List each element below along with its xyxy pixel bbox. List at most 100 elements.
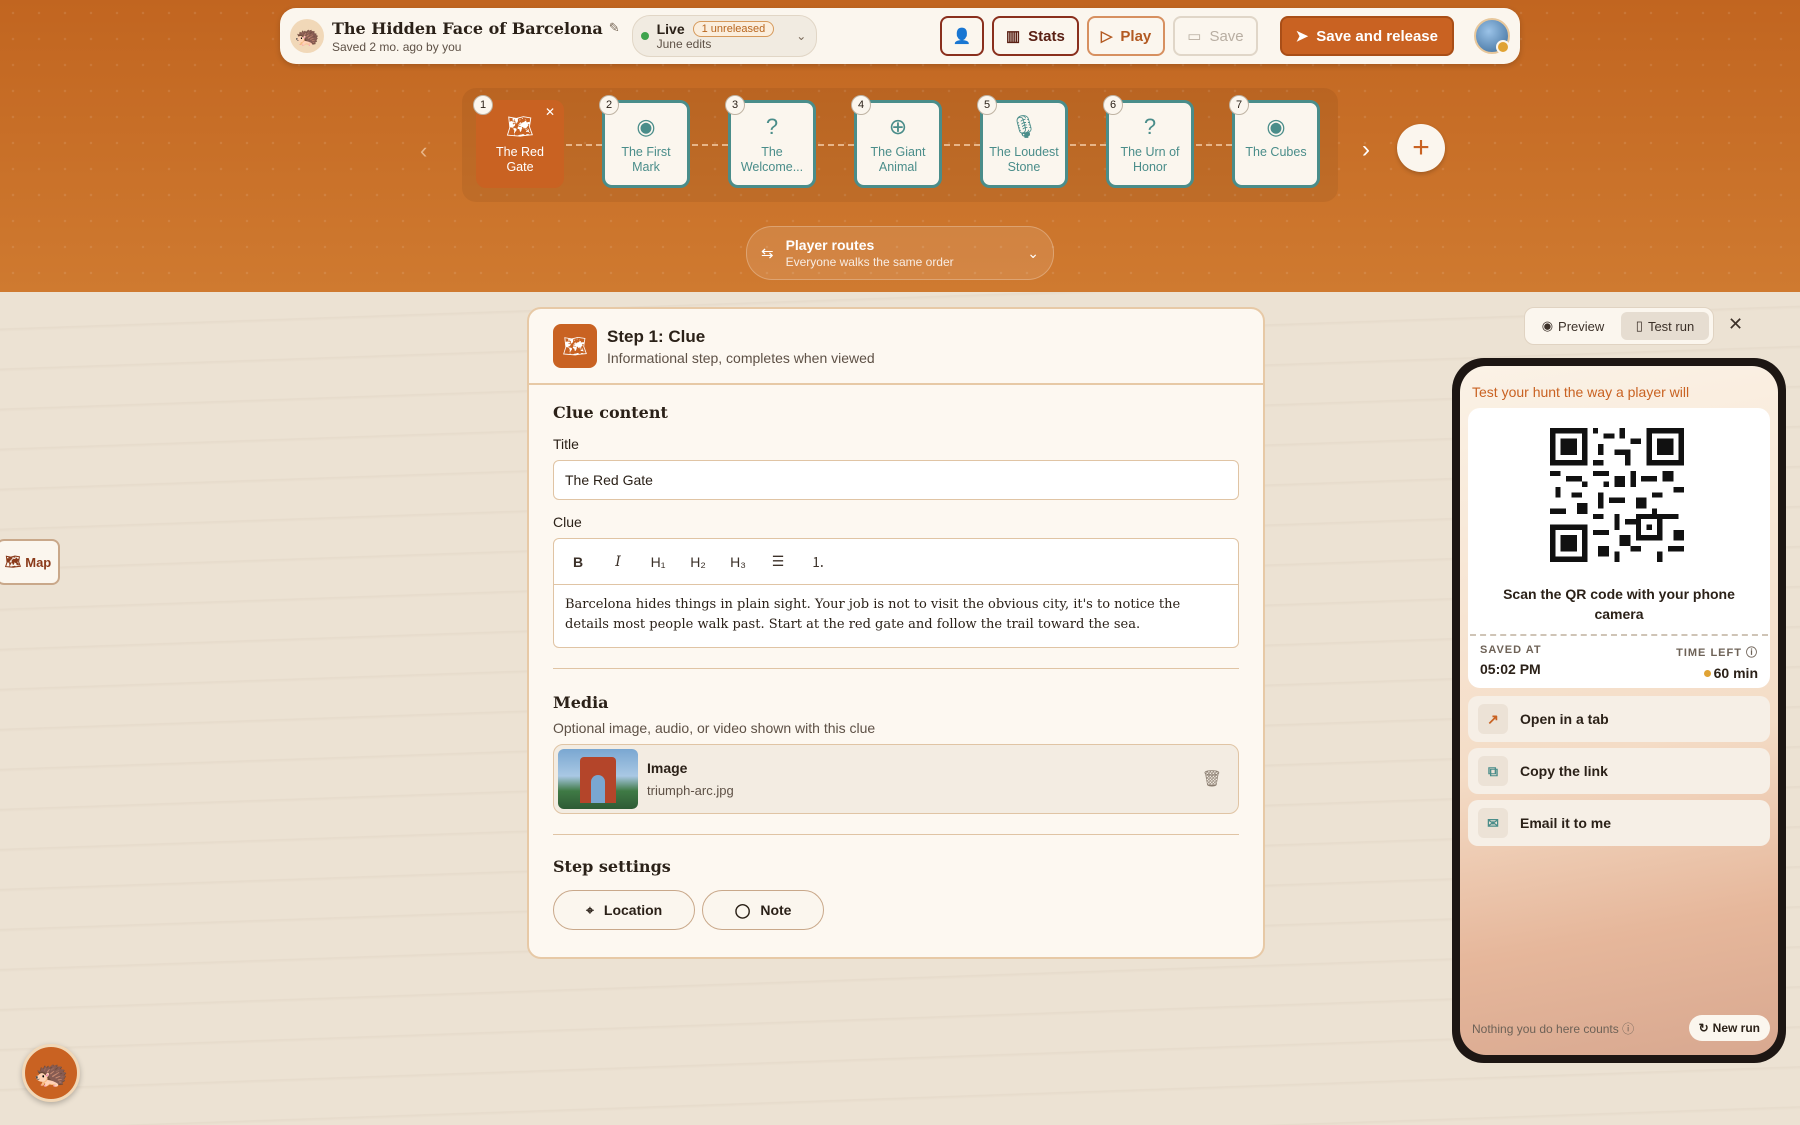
close-icon[interactable]: ✕	[1728, 314, 1743, 335]
trash-icon[interactable]: 🗑	[1202, 769, 1222, 789]
play-button[interactable]: ▷ Play	[1086, 16, 1166, 56]
step-number: 5	[977, 95, 997, 115]
new-run-label: New run	[1712, 1021, 1760, 1035]
bullet-list-icon[interactable]: ☰	[768, 553, 788, 570]
step-card-1[interactable]: 1 ✕ 🗺 The Red Gate	[473, 95, 564, 188]
media-item[interactable]: Image triumph-arc.jpg 🗑	[553, 744, 1239, 814]
card-header: 🗺 Step 1: Clue Informational step, compl…	[529, 309, 1263, 385]
refresh-icon: ↻	[1698, 1021, 1709, 1035]
step-connector	[566, 144, 602, 146]
map-icon: 🗺	[506, 114, 534, 139]
step-title: Step 1: Clue	[607, 326, 706, 346]
route-icon: ⇆	[761, 245, 774, 262]
step-subtitle: Informational step, completes when viewe…	[607, 349, 875, 366]
save-button[interactable]: ▭ Save	[1173, 16, 1258, 56]
saved-status: Saved 2 mo. ago by you	[332, 39, 462, 54]
clue-content-heading: Clue content	[553, 403, 668, 422]
test-run-tab[interactable]: ▯ Test run	[1621, 312, 1709, 340]
chevron-down-icon: ⌄	[796, 29, 807, 43]
step-settings-heading: Step settings	[553, 857, 671, 876]
add-user-icon: 👤	[952, 28, 972, 45]
step-connector	[692, 144, 728, 146]
stats-button[interactable]: ▥ Stats	[991, 16, 1079, 56]
step-connector	[818, 144, 854, 146]
open-in-tab-button[interactable]: ↗ Open in a tab	[1468, 696, 1770, 742]
question-icon: ?	[765, 114, 779, 139]
step-number: 4	[851, 95, 871, 115]
play-icon: ▷	[1100, 28, 1113, 45]
step-label: The Cubes	[1245, 145, 1307, 159]
chevron-down-icon: ⌄	[1027, 244, 1039, 261]
step-card-3[interactable]: 3 ? The Welcome...	[725, 95, 816, 188]
user-avatar[interactable]	[1474, 18, 1510, 54]
top-bar: 🦔 The Hidden Face of Barcelona ✎ Saved 2…	[280, 8, 1520, 64]
scroll-right-icon[interactable]: ›	[1362, 136, 1370, 164]
map-icon: 🗺	[553, 324, 597, 368]
hunt-title-block: The Hidden Face of Barcelona ✎ Saved 2 m…	[332, 19, 620, 54]
location-button[interactable]: ⌖ Location	[553, 890, 696, 930]
live-dot-icon	[640, 32, 649, 40]
release-label: Save and release	[1316, 27, 1438, 45]
saved-at-block: SAVED AT 05:02 PM	[1480, 644, 1542, 677]
speech-bubble-icon: ◯	[734, 901, 751, 918]
title-input[interactable]: The Red Gate	[553, 460, 1239, 500]
clue-editor[interactable]: B I H₁ H₂ H₃ ☰ ⒈ Barcelona hides things …	[553, 538, 1239, 648]
info-icon[interactable]: ⓘ	[1622, 1022, 1634, 1036]
hedgehog-logo-icon[interactable]: 🦔	[290, 19, 324, 53]
add-collaborator-button[interactable]: 👤	[939, 16, 984, 56]
copy-link-label: Copy the link	[1520, 763, 1608, 779]
email-label: Email it to me	[1520, 815, 1612, 831]
info-icon[interactable]: ⓘ	[1746, 647, 1758, 659]
italic-icon[interactable]: I	[608, 554, 628, 570]
bar-chart-icon: ▥	[1005, 28, 1021, 45]
play-label: Play	[1120, 27, 1152, 45]
footnote-text: Nothing you do here counts	[1472, 1021, 1619, 1036]
heading-2-icon[interactable]: H₂	[688, 554, 708, 570]
open-tab-label: Open in a tab	[1520, 711, 1609, 727]
phone-footer: Nothing you do here counts ⓘ ↻ New run	[1472, 1015, 1770, 1041]
step-card-5[interactable]: 5 🎙 The Loudest Stone	[977, 95, 1068, 188]
location-label: Location	[603, 902, 663, 918]
scroll-left-icon[interactable]: ‹	[420, 138, 427, 164]
step-label: The Red Gate	[496, 145, 544, 174]
edit-pencil-icon[interactable]: ✎	[609, 20, 620, 36]
mail-icon: ✉	[1478, 808, 1508, 838]
note-label: Note	[760, 902, 792, 918]
heading-1-icon[interactable]: H₁	[648, 554, 668, 570]
add-step-button[interactable]: +	[1397, 124, 1445, 172]
map-toggle-button[interactable]: 🗺 Map	[0, 539, 60, 585]
step-card-4[interactable]: 4 ⊕ The Giant Animal	[851, 95, 942, 188]
save-and-release-button[interactable]: ➤ Save and release	[1279, 16, 1454, 56]
new-run-button[interactable]: ↻ New run	[1688, 1015, 1770, 1041]
email-button[interactable]: ✉ Email it to me	[1468, 800, 1770, 846]
clue-text[interactable]: Barcelona hides things in plain sight. Y…	[554, 585, 1238, 647]
numbered-list-icon[interactable]: ⒈	[808, 552, 828, 572]
saved-at-value: 05:02 PM	[1480, 661, 1541, 677]
release-status-dropdown[interactable]: Live 1 unreleased June edits ⌄	[631, 15, 818, 57]
phone-icon: ▯	[1635, 318, 1643, 333]
step-card-2[interactable]: 2 ◉ The First Mark	[599, 95, 690, 188]
copy-link-button[interactable]: ⧉ Copy the link	[1468, 748, 1770, 794]
qr-code	[1550, 428, 1684, 562]
hedgehog-mascot-icon[interactable]: 🦔	[22, 1044, 80, 1102]
preview-tab[interactable]: ◉ Preview	[1529, 312, 1617, 340]
close-icon[interactable]: ✕	[545, 105, 555, 119]
player-routes-dropdown[interactable]: ⇆ Player routes Everyone walks the same …	[746, 226, 1054, 280]
unreleased-badge: 1 unreleased	[692, 21, 775, 37]
heading-3-icon[interactable]: H₃	[728, 554, 748, 570]
preview-mode-toggle: ◉ Preview ▯ Test run	[1524, 307, 1714, 345]
step-card-7[interactable]: 7 ◉ The Cubes	[1229, 95, 1320, 188]
time-left-value: 60 min	[1713, 665, 1758, 681]
phone-heading: Test your hunt the way a player will	[1472, 384, 1690, 400]
note-button[interactable]: ◯ Note	[701, 890, 825, 930]
microphone-icon: 🎙	[1010, 114, 1038, 139]
dashed-divider	[1470, 634, 1768, 636]
map-label: Map	[25, 554, 52, 570]
copy-icon: ⧉	[1478, 756, 1508, 786]
time-left-block: TIME LEFT ⓘ 60 min	[1676, 644, 1758, 681]
step-connector	[1070, 144, 1106, 146]
bold-icon[interactable]: B	[568, 554, 588, 570]
step-card-6[interactable]: 6 ? The Urn of Honor	[1103, 95, 1194, 188]
hunt-title[interactable]: The Hidden Face of Barcelona	[332, 19, 603, 38]
crosshair-icon: ⊕	[888, 114, 908, 139]
